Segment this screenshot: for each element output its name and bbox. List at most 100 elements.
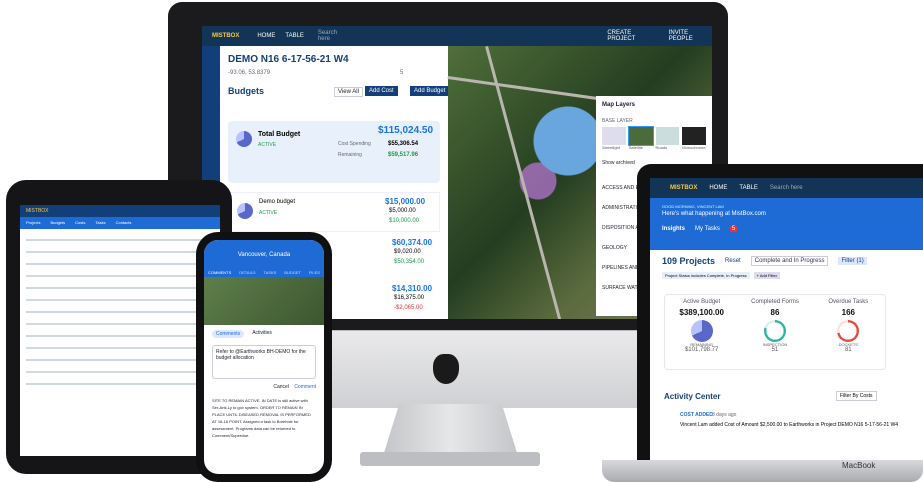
imac-foot [360,452,540,466]
comment-input[interactable]: Refer to @Earthworks BH-DEMO for the bud… [212,345,316,379]
add-filter-button[interactable]: + Add Filter [753,272,780,279]
stats-cards: Active Budget $389,100.00 REMAINING $101… [664,294,886,370]
activity-tag: COST ADDED [680,412,713,418]
demo-budget-label: Demo budget [259,199,296,205]
nav-home[interactable]: HOME [709,185,727,191]
filter-button[interactable]: Filter (1) [838,257,867,265]
demo-remaining-value: $10,000.00 [389,218,420,224]
layer-thumb-label[interactable]: Satellite [629,145,653,150]
subtab-activities[interactable]: Activities [252,330,272,338]
remaining-value: $59,517.96 [388,152,419,158]
layer-thumb-label[interactable]: Streetlight [602,145,626,150]
search-input[interactable]: Search here [318,30,349,42]
forms-ring-icon [763,320,786,342]
activity-text: Vincent Lam added Cost of Amount $2,500.… [680,422,899,428]
stat-sub-value: 51 [771,347,779,353]
add-budget-button[interactable]: Add Budget [410,86,450,96]
tab-comments[interactable]: COMMENTS [208,270,231,275]
stat-value: $389,100.00 [679,308,724,317]
imac-stand [383,404,518,456]
tab-budget[interactable]: BUDGET [284,270,301,275]
project-title: DEMO N16 6-17-56-21 W4 [228,54,349,65]
budget-pie-icon [236,131,252,147]
create-project-button[interactable]: CREATE PROJECT [607,30,658,42]
iphone-screen: Vancouver, Canada COMMENTS DETAILS TASKS… [204,240,324,474]
reset-button[interactable]: Reset [725,258,741,264]
budget-3-amount: $60,374.00 [392,238,433,247]
stat-sub-value: $101,798.77 [684,347,719,353]
activity-time: 3 days ago [712,412,737,418]
ipad-logo: MISTBOX [20,205,220,217]
budget-3-remaining: $50,354.00 [394,259,425,265]
map-layers-title: Map Layers [602,102,636,108]
stat-completed-forms: Completed Forms 86 INSPECTION 51 [738,295,811,369]
filter-chip[interactable]: Project Status includes Complete, In Pro… [662,272,750,279]
view-all-button[interactable]: View All [334,87,363,97]
cost-spending-label: Cost Spending [338,141,371,147]
total-budget-card[interactable]: Total Budget ACTIVE $115,024.50 Cost Spe… [228,121,440,183]
tasks-ring-icon [837,320,860,342]
stat-active-budget: Active Budget $389,100.00 REMAINING $101… [665,295,738,369]
nav-home[interactable]: HOME [257,33,275,39]
macbook-label: MacBook [842,461,876,470]
nav-table[interactable]: TABLE [285,33,304,39]
projects-title: 109 Projects [662,256,716,266]
tab-tasks[interactable]: Tasks [95,220,105,226]
comment-button[interactable]: Comment [294,384,316,390]
demo-spending-value: $5,000.00 [389,208,416,214]
status-badge: ACTIVE [259,210,278,216]
tab-costs[interactable]: Costs [75,220,85,226]
nav-table[interactable]: TABLE [739,185,758,191]
phone-title: Vancouver, Canada [204,240,324,268]
base-layer-label: BASE LAYER [602,118,633,124]
apple-logo-icon [433,354,459,384]
activity-center-title: Activity Center [664,392,721,401]
budget-4-spending: $16,375.00 [394,295,425,301]
stat-label: Overdue Tasks [828,299,869,305]
cancel-button[interactable]: Cancel [273,384,289,390]
my-tasks-tab[interactable]: My Tasks [695,226,720,232]
tab-contacts[interactable]: Contacts [116,220,132,226]
app-logo: MISTBOX [670,185,698,191]
stat-label: Completed Forms [751,299,799,305]
stat-value: 86 [770,308,780,317]
greeting: GOOD MORNING, VINCENT LAM [662,204,724,209]
total-budget-amount: $115,024.50 [378,125,434,136]
budget-3-spending: $9,020.00 [394,249,421,255]
tab-budgets[interactable]: Budgets [50,220,65,226]
stat-value: 166 [841,308,855,317]
tab-details[interactable]: DETAILS [239,270,255,275]
invite-people-button[interactable]: INVITE PEOPLE [669,30,712,42]
tab-files[interactable]: FILES [309,270,320,275]
tab-projects[interactable]: Projects [26,220,40,226]
stat-label: Active Budget [683,299,721,305]
demo-budget-card[interactable]: Demo budget ACTIVE $15,000.00 $5,000.00 … [228,192,440,232]
tasks-count-badge: 5 [729,226,738,232]
stat-sub-value: 81 [844,347,852,353]
total-budget-label: Total Budget [258,131,301,138]
budgets-title: Budgets [228,86,264,96]
insights-tab[interactable]: Insights [662,226,685,232]
demo-budget-amount: $15,000.00 [385,197,426,206]
budget-4-remaining: -$2,065.00 [394,305,423,311]
subtab-comments[interactable]: Comments [212,330,245,338]
tab-tasks[interactable]: TASKS [264,270,277,275]
phone-map[interactable] [204,277,324,325]
stat-overdue-tasks: Overdue Tasks 166 DOCKETS 81 [812,295,885,369]
status-badge: ACTIVE [258,142,277,148]
project-count: 5 [400,70,404,76]
status-select[interactable]: Complete and In Progress [750,256,829,266]
budget-4-amount: $14,310.00 [392,284,433,293]
search-input[interactable]: Search here [770,185,803,191]
ipad-screen: MISTBOX Projects Budgets Costs Tasks Con… [20,205,220,456]
layer-thumb-label[interactable]: Monochrome [682,145,706,150]
budget-pie-icon [237,203,253,219]
activity-feed: SITE TO REMAIN ACTIVE. IN DATE is still … [212,398,311,438]
layer-thumb-label[interactable]: Roads [656,145,680,150]
add-cost-button[interactable]: Add Cost [365,86,398,96]
app-logo: MISTBOX [212,33,240,39]
remaining-label: Remaining [338,152,362,158]
filter-by-costs-select[interactable]: Filter By Costs [836,391,877,401]
topbar: MISTBOX HOME TABLE Search here CREATE PR… [202,26,712,46]
budget-pie-icon [690,320,713,342]
